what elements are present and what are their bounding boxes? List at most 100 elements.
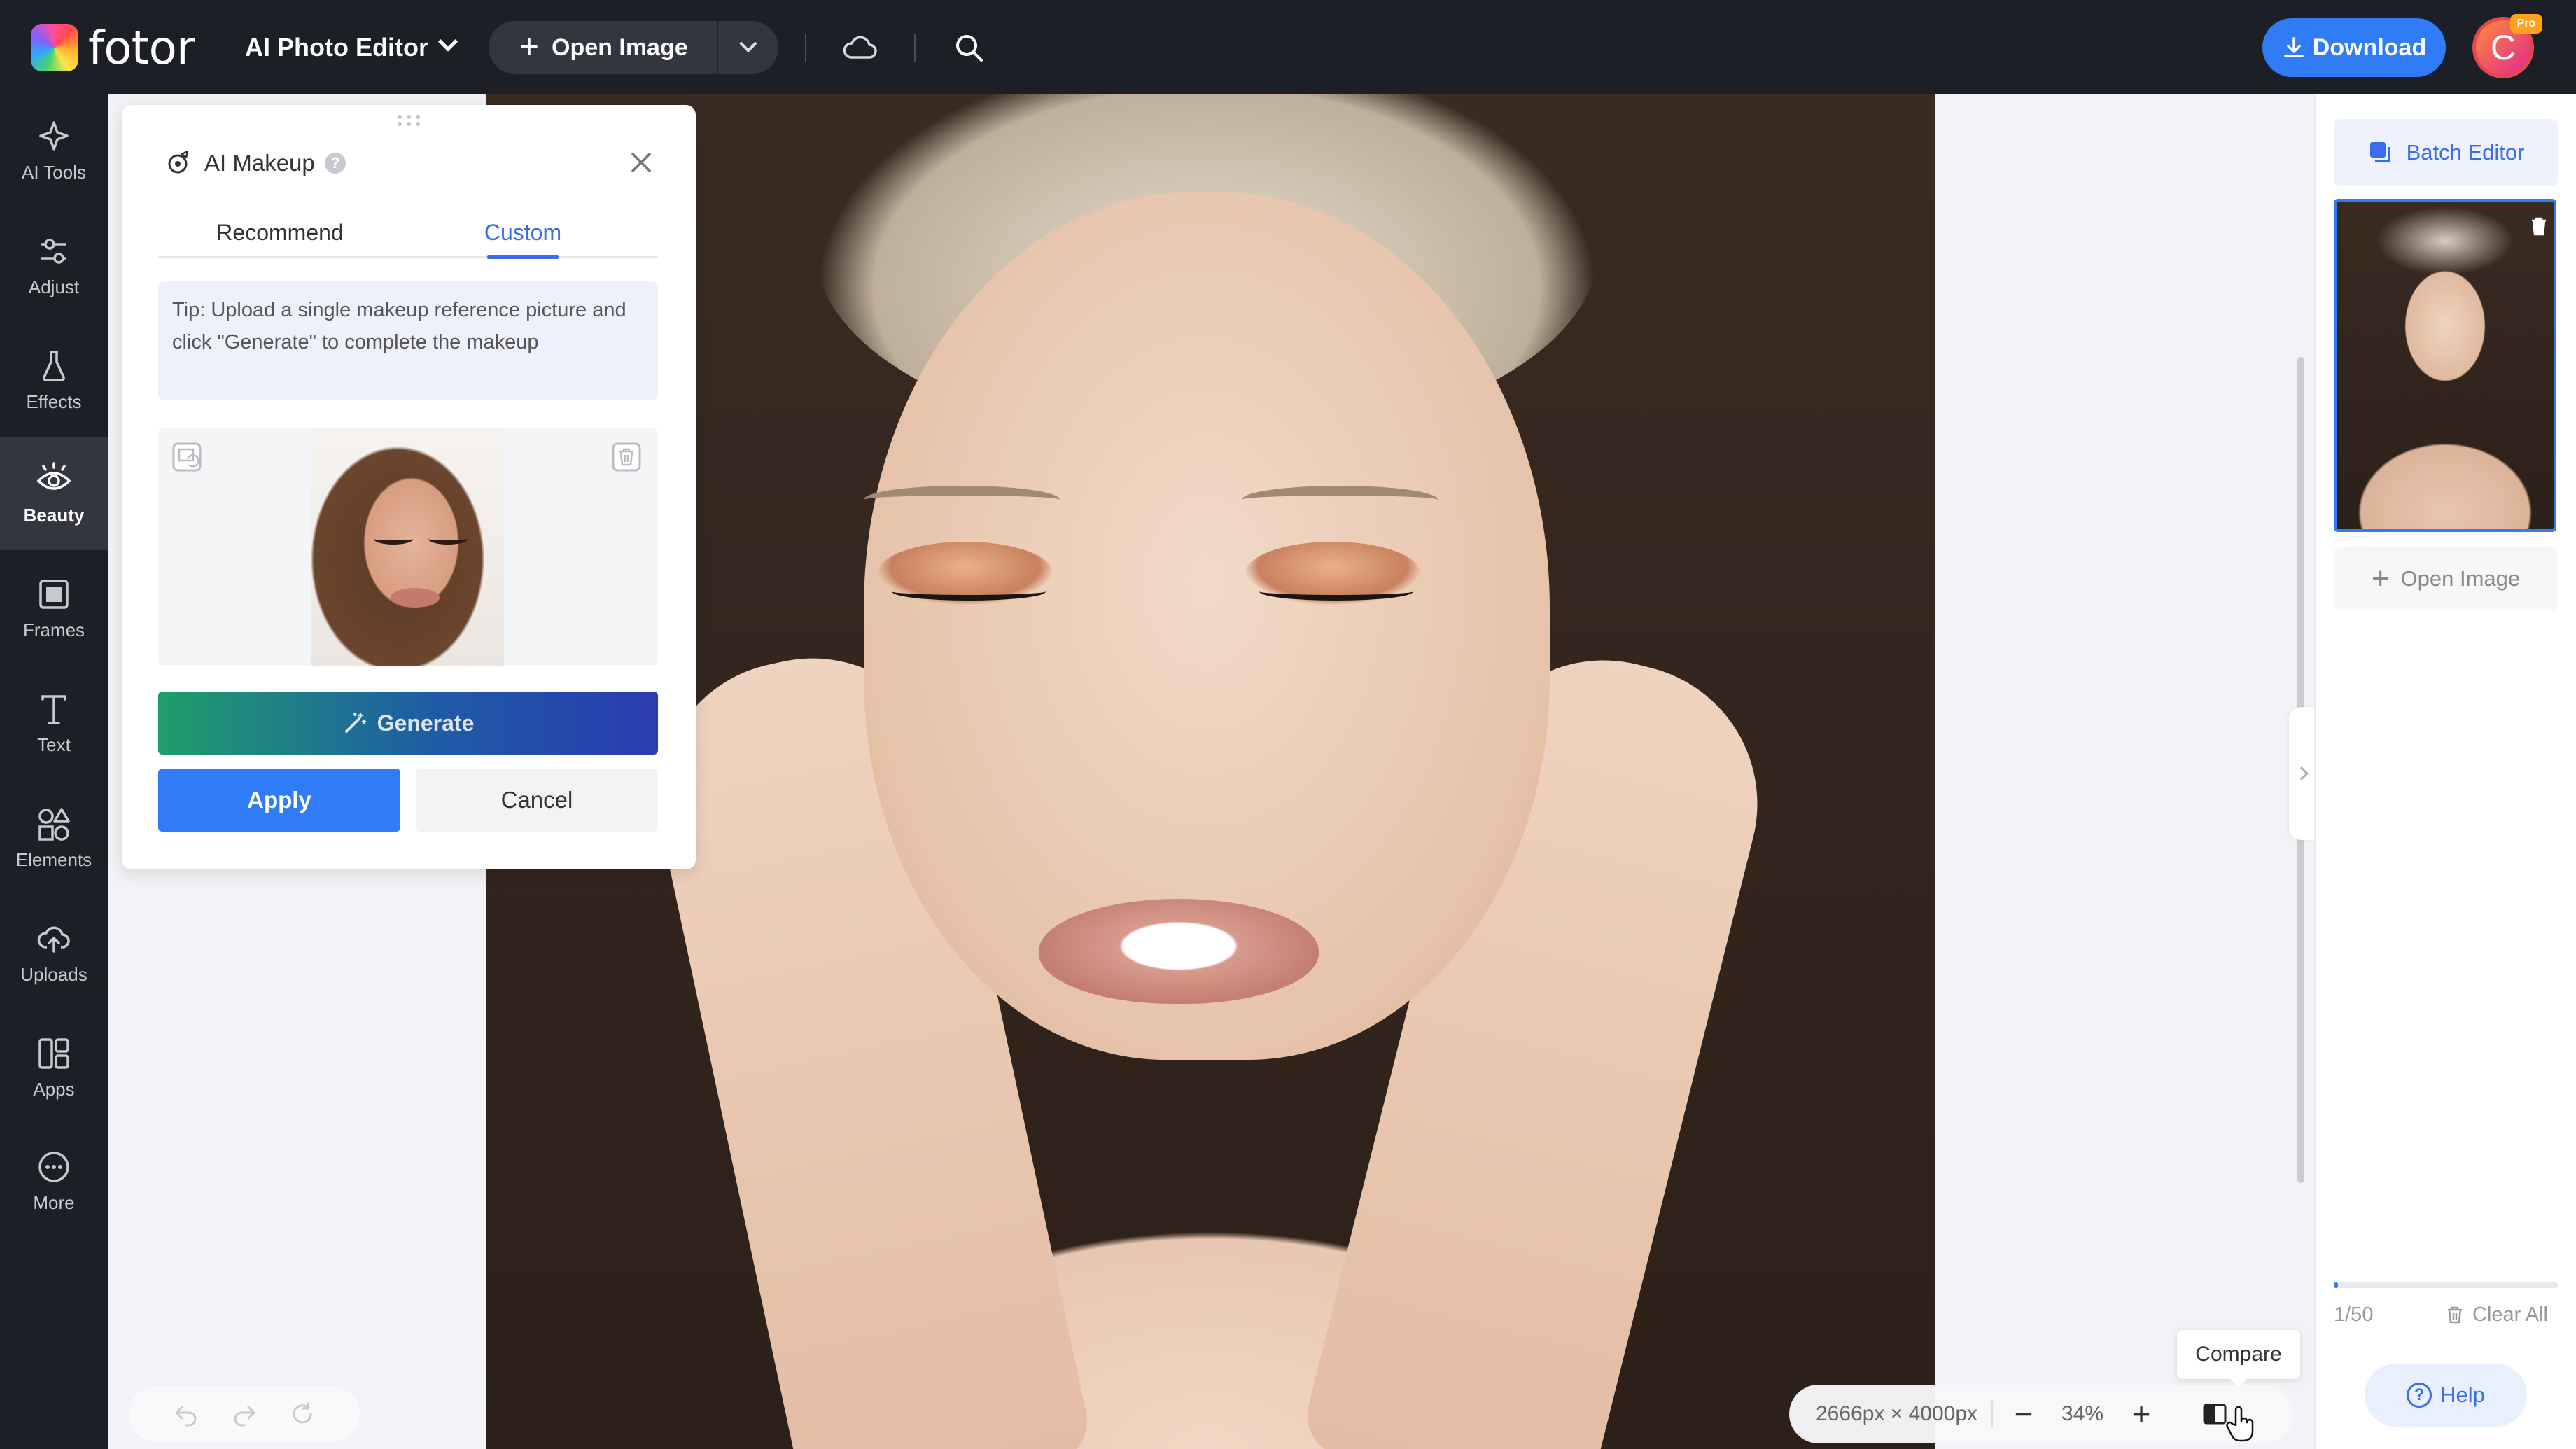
ai-makeup-panel: AI Makeup ? Recommend Custom Tip: Upload… <box>122 105 696 869</box>
zoom-level[interactable]: 34% <box>2062 1402 2104 1426</box>
download-button[interactable]: Download <box>2262 18 2446 77</box>
replace-image-icon[interactable] <box>168 438 206 476</box>
collapse-panel-button[interactable] <box>2289 707 2314 840</box>
plus-icon: + <box>2371 561 2390 596</box>
rail-item-elements[interactable]: Elements <box>0 781 108 895</box>
rail-item-ai-tools[interactable]: AI Tools <box>0 94 108 207</box>
zoom-out-button[interactable]: − <box>2007 1398 2040 1430</box>
generate-label: Generate <box>377 710 475 736</box>
shapes-icon <box>38 807 70 841</box>
chevron-down-icon <box>438 31 458 52</box>
generate-button[interactable]: Generate <box>158 692 658 755</box>
image-count: 1/50 <box>2334 1303 2374 1326</box>
open-image-label: Open Image <box>552 34 688 61</box>
rail-item-frames[interactable]: Frames <box>0 552 108 665</box>
open-image-group: + Open Image <box>489 21 778 74</box>
reference-upload-area[interactable] <box>158 428 658 666</box>
photo-left-brow <box>864 486 1060 514</box>
flask-icon <box>43 350 65 382</box>
frame-icon <box>39 579 69 609</box>
help-button[interactable]: ? Help <box>2365 1364 2527 1427</box>
compare-tooltip: Compare <box>2177 1330 2300 1387</box>
more-icon <box>38 1151 69 1182</box>
photo-lips <box>1039 899 1319 1004</box>
rail-item-apps[interactable]: Apps <box>0 1011 108 1124</box>
image-thumbnail[interactable] <box>2334 199 2556 532</box>
zoom-bar: 2666px × 4000px − 34% + <box>1789 1385 2293 1443</box>
makeup-brush-icon <box>168 150 189 174</box>
cancel-button[interactable]: Cancel <box>416 769 658 832</box>
rail-label: Beauty <box>23 504 85 526</box>
image-count-progress <box>2334 1282 2558 1288</box>
panel-title: AI Makeup ? <box>164 146 346 181</box>
rail-label: Uploads <box>20 963 88 985</box>
right-panel: Batch Editor + Open Image 1/50 Clear All… <box>2314 94 2576 1449</box>
divider <box>1991 1401 1994 1427</box>
rail-item-adjust[interactable]: Adjust <box>0 209 108 322</box>
progress-fill <box>2334 1282 2339 1288</box>
compare-icon[interactable] <box>2200 1399 2230 1429</box>
trash-icon[interactable] <box>2527 214 2551 238</box>
magic-wand-icon <box>344 712 366 733</box>
apply-button[interactable]: Apply <box>158 769 400 832</box>
rail-label: Effects <box>26 391 82 412</box>
undo-icon[interactable] <box>172 1400 200 1428</box>
clear-all-label: Clear All <box>2472 1303 2548 1326</box>
sliders-icon <box>41 238 66 264</box>
panel-tabs: Recommend Custom <box>158 207 658 259</box>
search-icon[interactable] <box>952 31 986 64</box>
batch-editor-label: Batch Editor <box>2406 140 2525 164</box>
download-label: Download <box>2312 34 2427 61</box>
help-icon[interactable]: ? <box>324 153 346 174</box>
batch-icon <box>2370 142 2390 162</box>
rail-item-text[interactable]: Text <box>0 666 108 780</box>
history-controls <box>129 1386 360 1442</box>
help-label: Help <box>2440 1382 2485 1407</box>
drag-handle-icon[interactable] <box>395 113 423 127</box>
divider <box>805 34 806 62</box>
rail-label: Elements <box>15 848 92 870</box>
app-menu-label: AI Photo Editor <box>245 33 428 62</box>
rail-label: AI Tools <box>21 161 86 183</box>
rail-item-uploads[interactable]: Uploads <box>0 896 108 1009</box>
top-bar: fotor AI Photo Editor + Open Image Downl… <box>0 0 2576 94</box>
canvas-dimensions: 2666px × 4000px <box>1816 1402 1978 1425</box>
rail-label: Adjust <box>28 276 80 298</box>
hand-cursor-icon <box>2226 1406 2254 1442</box>
tip-text: Tip: Upload a single makeup reference pi… <box>158 281 658 400</box>
clear-all-button[interactable]: Clear All <box>2444 1299 2548 1330</box>
rail-label: More <box>33 1191 75 1213</box>
app-menu-dropdown[interactable]: AI Photo Editor <box>245 28 458 67</box>
eye-icon <box>36 461 71 490</box>
rail-label: Apps <box>33 1078 75 1100</box>
chevron-right-icon <box>2295 766 2309 780</box>
tab-custom[interactable]: Custom <box>451 207 595 259</box>
left-toolbar: AI Tools Adjust Effects Beauty Frames Te… <box>0 94 108 1449</box>
open-image-button-secondary[interactable]: + Open Image <box>2334 547 2558 610</box>
rail-item-effects[interactable]: Effects <box>0 323 108 437</box>
fotor-logo-icon <box>31 24 78 71</box>
zoom-in-button[interactable]: + <box>2124 1398 2158 1430</box>
text-icon <box>41 694 66 724</box>
question-icon: ? <box>2407 1382 2432 1408</box>
close-icon[interactable] <box>626 147 657 178</box>
trash-icon[interactable] <box>608 438 645 476</box>
rail-item-more[interactable]: More <box>0 1124 108 1238</box>
open-image-dropdown-button[interactable] <box>718 21 778 74</box>
batch-editor-button[interactable]: Batch Editor <box>2334 119 2558 186</box>
rail-item-beauty[interactable]: Beauty <box>0 437 108 550</box>
photo-right-brow <box>1242 486 1438 514</box>
cloud-upload-icon <box>37 926 70 953</box>
plus-icon: + <box>519 29 540 66</box>
open-image-button[interactable]: + Open Image <box>489 21 718 74</box>
fotor-logo[interactable]: fotor <box>31 21 195 75</box>
reset-icon[interactable] <box>288 1400 316 1428</box>
rail-label: Text <box>37 734 71 755</box>
tab-recommend[interactable]: Recommend <box>158 207 402 258</box>
cloud-icon[interactable] <box>841 31 878 67</box>
redo-icon[interactable] <box>230 1400 258 1428</box>
pro-badge: Pro <box>2510 14 2542 34</box>
trash-icon <box>2448 1306 2462 1324</box>
panel-title-label: AI Makeup <box>204 150 315 176</box>
canvas-photo[interactable] <box>486 94 1935 1449</box>
